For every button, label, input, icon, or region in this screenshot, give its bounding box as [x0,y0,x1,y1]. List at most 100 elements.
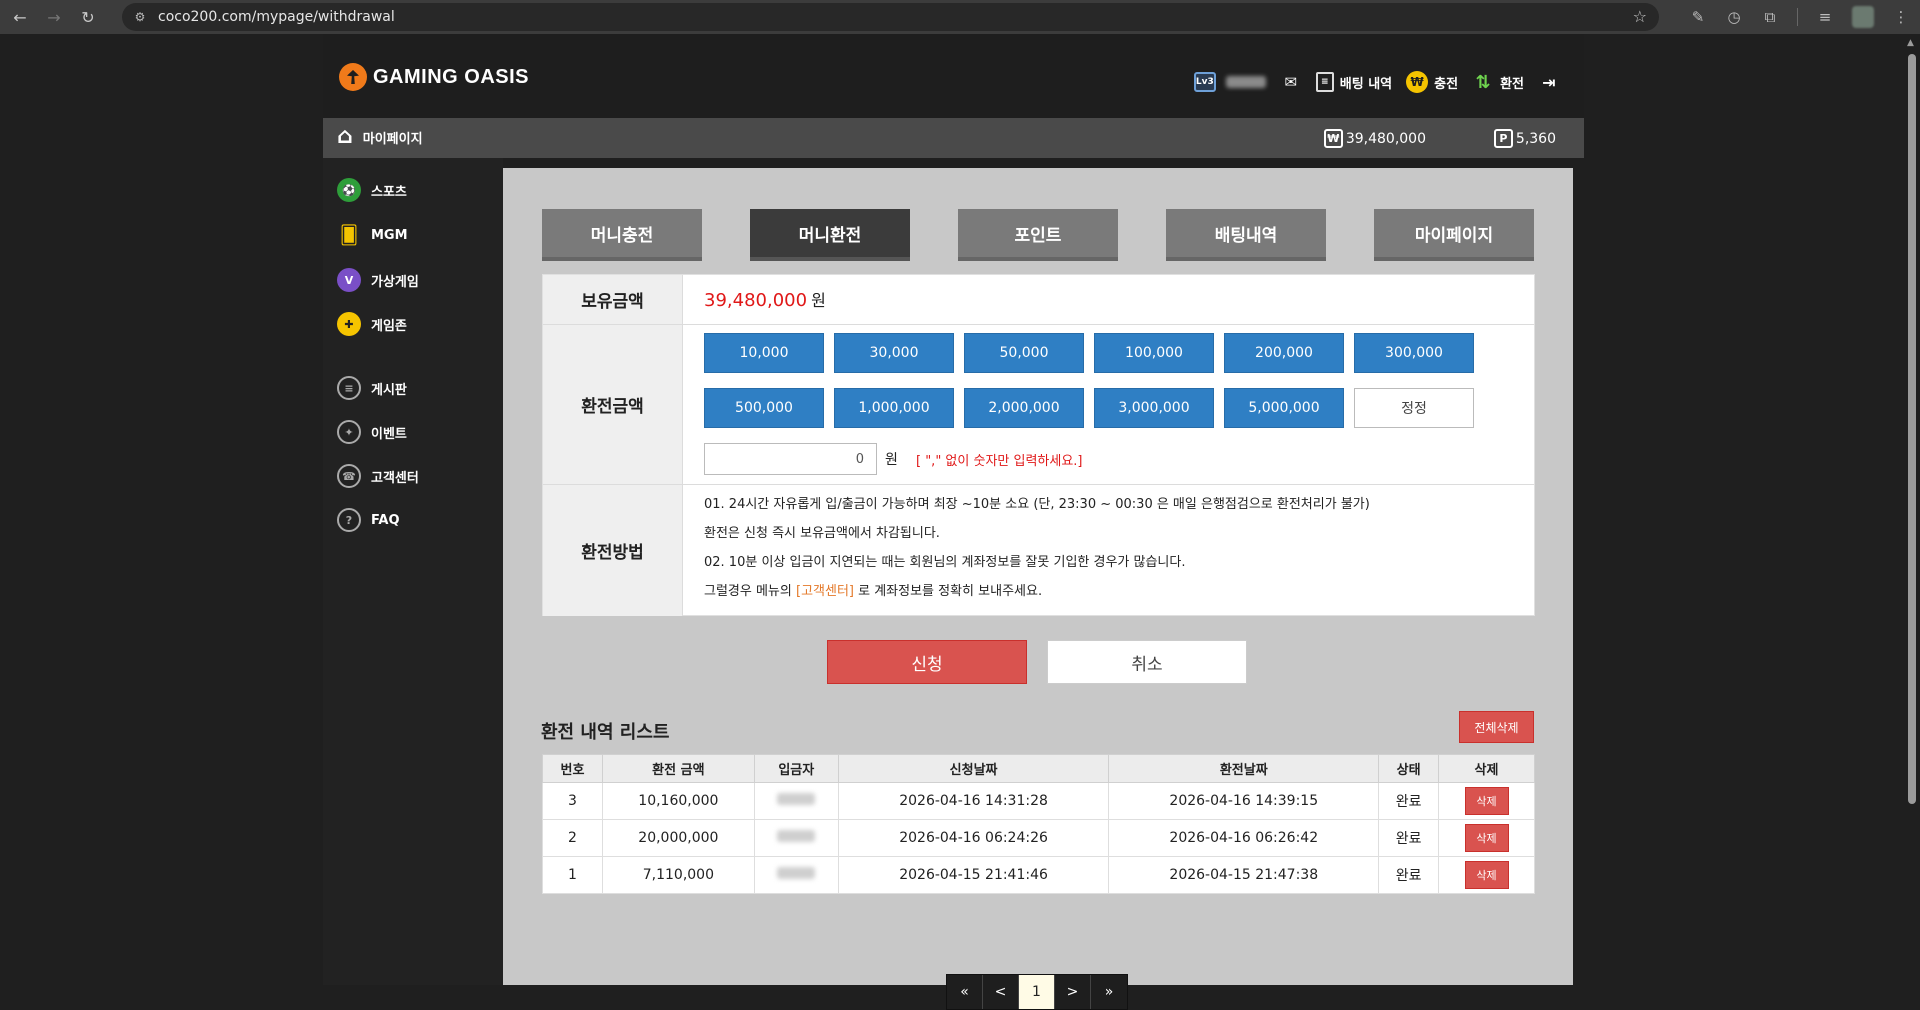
page-1-button[interactable]: 1 [1019,975,1055,1009]
tab-money-exchange[interactable]: 머니환전 [750,209,910,261]
account-bar: ⌂ 마이페이지 ₩ 39,480,000 P 5,360 [323,118,1584,158]
depositor-hidden [777,830,816,842]
method-line-1: 01. 24시간 자유롭게 입/출금이 가능하며 최장 ~10분 소요 (단, … [704,497,1370,512]
balance-row: 보유금액 39,480,000 원 [543,275,1534,325]
delete-all-button[interactable]: 전체삭제 [1459,711,1534,743]
sidebar-item-label: MGM [371,227,408,243]
pen-icon[interactable]: ✎ [1689,8,1707,26]
points-value: 5,360 [1515,130,1556,147]
amount-button-500000[interactable]: 500,000 [704,388,824,428]
sidebar-item-label: 가상게임 [371,274,419,290]
history-table: 번호 환전 금액 입금자 신청날짜 환전날짜 상태 삭제 3 10,160,00… [542,754,1535,894]
row-amount: 20,000,000 [601,819,755,857]
next-page-button[interactable]: > [1055,975,1091,1009]
sidebar-item-event[interactable]: ✦ 이벤트 [337,420,407,444]
palm-logo-icon [339,63,367,91]
media-icon[interactable]: ≡ [1816,8,1834,26]
row-delete-button[interactable]: 삭제 [1464,787,1509,815]
support-icon: ☎ [337,464,361,488]
amount-button-300000[interactable]: 300,000 [1354,333,1474,373]
amount-button-2000000[interactable]: 2,000,000 [964,388,1084,428]
reload-icon[interactable]: ↻ [74,3,102,31]
user-info[interactable]: Lv3 [1193,72,1266,92]
last-page-button[interactable]: » [1091,975,1127,1009]
sidebar-item-faq[interactable]: ? FAQ [337,508,400,532]
first-page-button[interactable]: « [947,975,983,1009]
mypage-label: 마이페이지 [362,131,423,147]
address-bar[interactable]: ⚙ coco200.com/mypage/withdrawal ☆ [122,3,1659,31]
virtual-game-icon: V [337,268,361,292]
method-row: 환전방법 01. 24시간 자유롭게 입/출금이 가능하며 최장 ~10분 소요… [543,485,1534,616]
messages-button[interactable]: ✉ [1280,72,1302,92]
sidebar-item-virtual-game[interactable]: V 가상게임 [337,268,419,292]
sidebar-item-label: 이벤트 [371,426,407,442]
page-scrollbar[interactable]: ▲ [1904,34,1920,985]
document-icon: ≡ [1315,72,1334,92]
amount-input[interactable] [704,443,877,475]
submit-button[interactable]: 신청 [827,640,1027,684]
amount-button-30000[interactable]: 30,000 [834,333,954,373]
scrollbar-thumb[interactable] [1908,54,1916,804]
amount-button-3000000[interactable]: 3,000,000 [1094,388,1214,428]
amount-button-50000[interactable]: 50,000 [964,333,1084,373]
amount-button-1000000[interactable]: 1,000,000 [834,388,954,428]
row-number: 2 [542,819,603,857]
sidebar-item-mgm[interactable]: 🂠 MGM [337,223,408,247]
points-balance: P 5,360 [1493,129,1556,148]
sidebar-item-sports[interactable]: ⚽ 스포츠 [337,178,407,202]
pagination: « < 1 > » [946,974,1128,1010]
row-delete-button[interactable]: 삭제 [1464,824,1509,852]
amount-row: 환전금액 10,000 30,000 50,000 100,000 200,00… [543,325,1534,485]
sports-icon: ⚽ [337,178,361,202]
prev-page-button[interactable]: < [983,975,1019,1009]
tab-mypage[interactable]: 마이페이지 [1374,209,1534,261]
profile-avatar[interactable] [1852,6,1874,28]
exchange-link[interactable]: ⇅ 환전 [1472,72,1524,93]
bookmark-star-icon[interactable]: ☆ [1633,7,1647,26]
row-delete-cell: 삭제 [1438,856,1535,894]
tab-points[interactable]: 포인트 [958,209,1118,261]
tab-bet-history[interactable]: 배팅내역 [1166,209,1326,261]
row-delete-button[interactable]: 삭제 [1464,861,1509,889]
points-icon: P [1493,129,1513,148]
logout-button[interactable]: ⇥ [1538,72,1560,92]
bet-history-link[interactable]: ≡ 배팅 내역 [1315,72,1392,92]
scroll-up-arrow-icon[interactable]: ▲ [1907,38,1914,48]
row-exchanged-date: 2026-04-16 14:39:15 [1108,782,1380,820]
charge-link[interactable]: ₩ 충전 [1406,71,1458,93]
site-header: GAMING OASIS Lv3 ✉ ≡ 배팅 내역 ₩ 충전 ⇅ 환전 ⇥ [323,34,1584,118]
sidebar-item-support[interactable]: ☎ 고객센터 [337,464,419,488]
back-icon[interactable]: ← [6,3,34,31]
mypage-link[interactable]: ⌂ 마이페이지 [337,126,423,148]
tab-money-charge[interactable]: 머니충전 [542,209,702,261]
support-center-link[interactable]: [고객센터] [796,584,854,599]
method-line-4-suffix: 로 계좌정보를 정확히 보내주세요. [853,584,1043,599]
row-exchanged-date: 2026-04-16 06:26:42 [1108,819,1380,857]
site-info-icon[interactable]: ⚙ [132,9,148,25]
sidebar-item-game-zone[interactable]: ✚ 게임존 [337,312,407,336]
amount-button-10000[interactable]: 10,000 [704,333,824,373]
sidebar-item-board[interactable]: ≡ 게시판 [337,376,407,400]
row-number: 3 [542,782,603,820]
won-icon: ₩ [1323,129,1343,148]
level-badge-icon: Lv3 [1193,72,1216,92]
forward-icon[interactable]: → [40,3,68,31]
mail-icon: ✉ [1284,73,1298,91]
amount-button-100000[interactable]: 100,000 [1094,333,1214,373]
reset-amount-button[interactable]: 정정 [1354,388,1474,428]
amount-button-5000000[interactable]: 5,000,000 [1224,388,1344,428]
more-menu-icon[interactable]: ⋮ [1892,8,1910,26]
gamepad-icon: ✚ [337,312,361,336]
cancel-button[interactable]: 취소 [1047,640,1247,684]
url-text[interactable]: coco200.com/mypage/withdrawal [158,9,395,25]
site-logo[interactable]: GAMING OASIS [339,63,529,91]
depositor-hidden [777,793,816,805]
exchange-form: 보유금액 39,480,000 원 환전금액 10,000 30,000 50,0… [542,274,1535,616]
money-value: 39,480,000 [1345,130,1426,147]
toolbar-divider [1797,8,1798,26]
row-amount: 10,160,000 [601,782,755,820]
extensions-icon[interactable]: ⧉ [1761,8,1779,26]
history-icon[interactable]: ◷ [1725,8,1743,26]
amount-button-200000[interactable]: 200,000 [1224,333,1344,373]
row-delete-cell: 삭제 [1438,782,1535,820]
